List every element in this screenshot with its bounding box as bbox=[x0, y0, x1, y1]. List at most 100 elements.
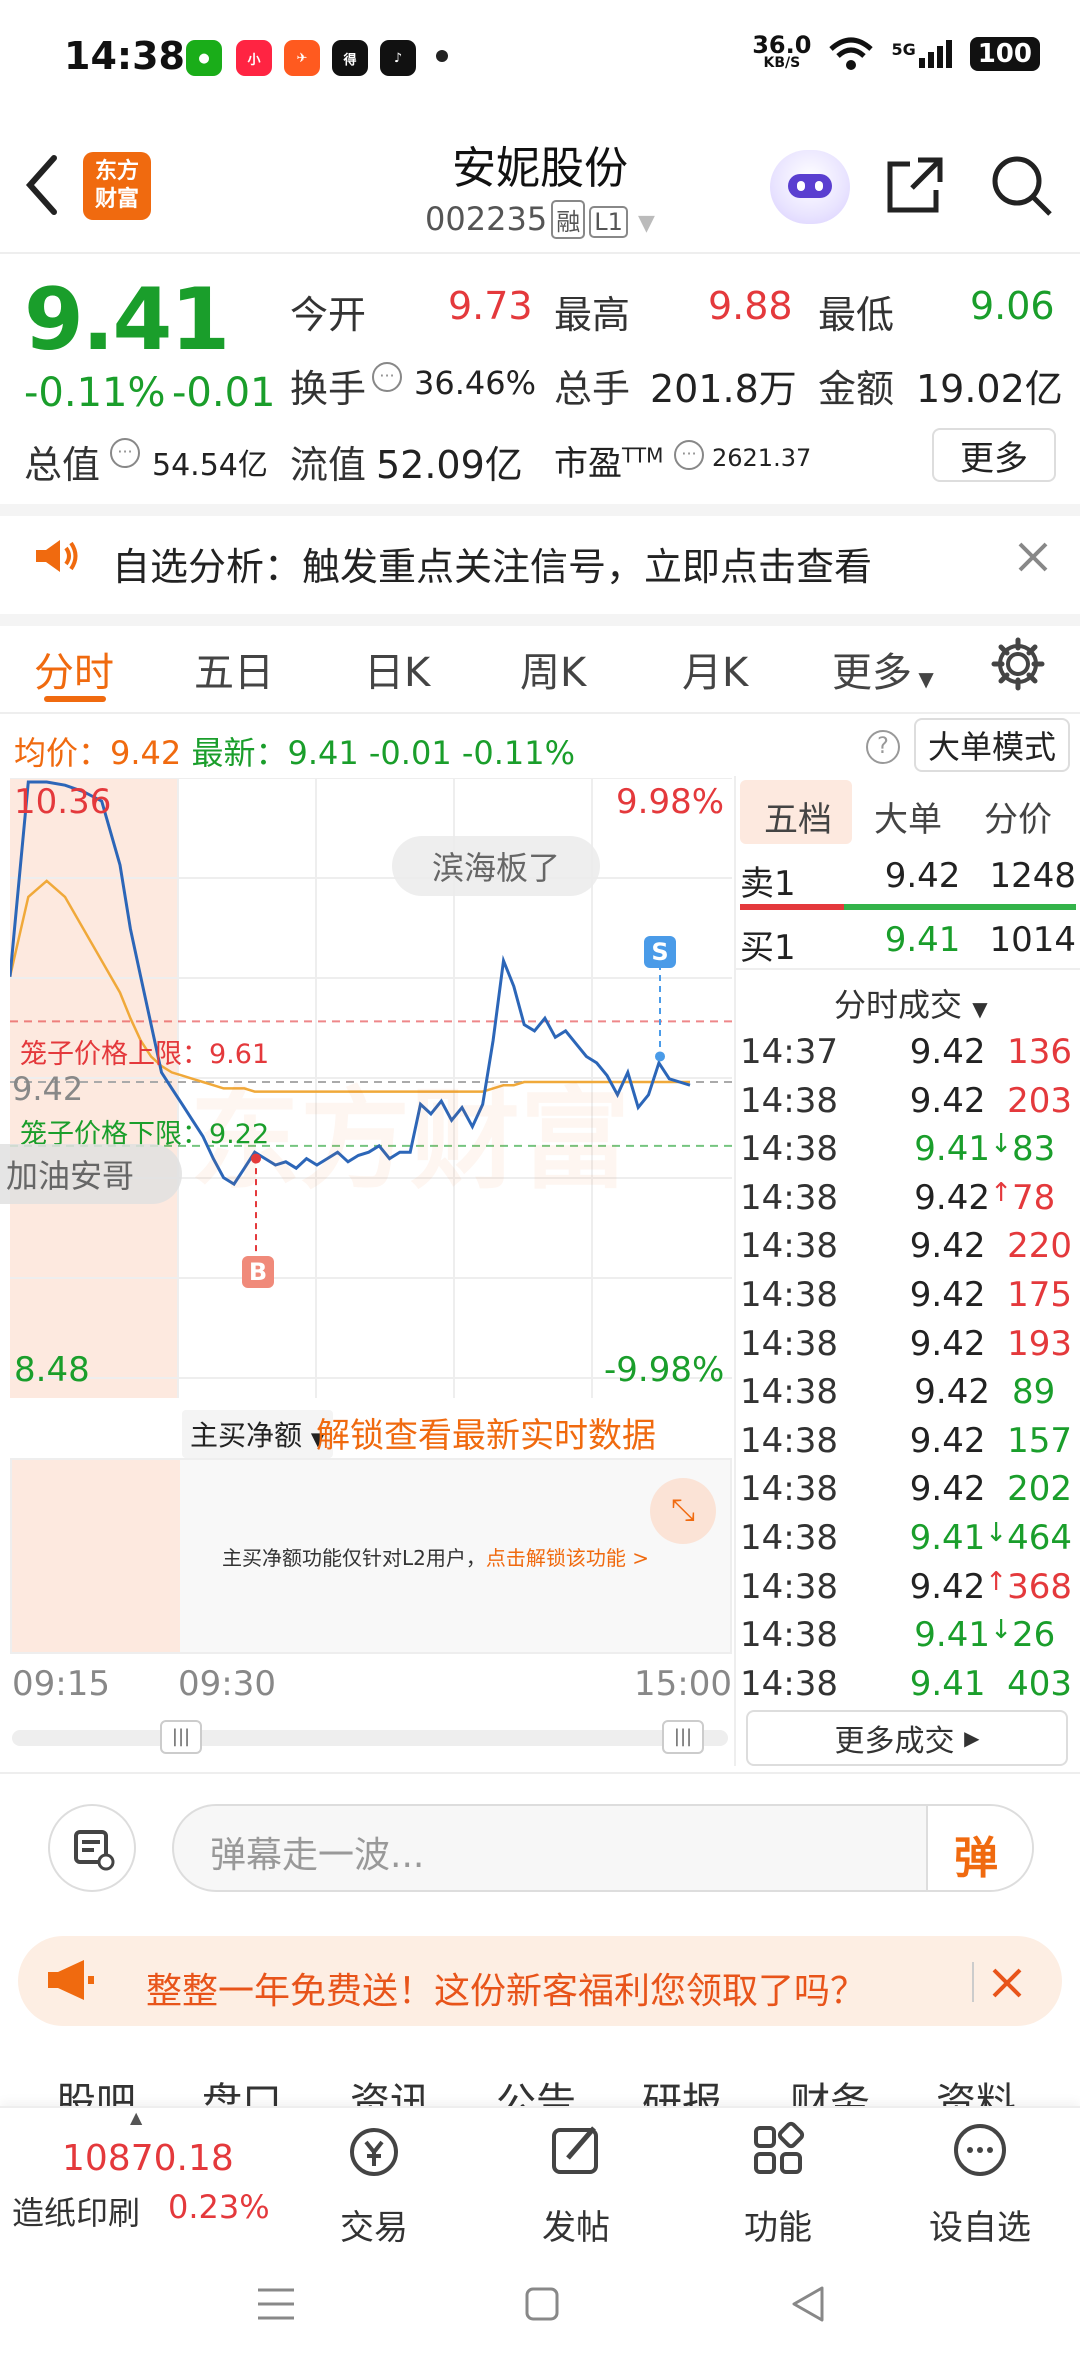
sector-index-value[interactable]: 10870.18 bbox=[62, 2138, 234, 2179]
stock-code-line[interactable]: 002235 融 L1 ▼ bbox=[340, 200, 740, 239]
float-label: 流值 bbox=[290, 443, 367, 487]
status-right: 36.0 KB/S 5G 100 bbox=[752, 33, 1040, 72]
more-quote-button[interactable]: 更多 bbox=[932, 428, 1056, 482]
xiaohongshu-icon: 小 bbox=[236, 40, 272, 76]
range-slider-track[interactable] bbox=[12, 1730, 728, 1746]
eastmoney-logo[interactable]: 东方 财富 bbox=[83, 152, 151, 220]
feishu-icon: ✈ bbox=[284, 40, 320, 76]
big-order-mode-button[interactable]: 大单模式 bbox=[914, 718, 1070, 772]
open-label: 今开 bbox=[290, 293, 367, 337]
indicator-select[interactable]: 主买净额 ▼ bbox=[182, 1410, 333, 1458]
danmaku-settings-button[interactable] bbox=[48, 1804, 136, 1892]
expand-icon[interactable]: ⤡ bbox=[650, 1478, 716, 1544]
danmaku-settings-icon bbox=[74, 1830, 115, 1871]
l2-unlock-link[interactable]: 点击解锁该功能 > bbox=[486, 1546, 649, 1570]
stock-name: 安妮股份 bbox=[452, 143, 628, 194]
trade-yen-icon[interactable] bbox=[342, 2118, 406, 2182]
gear-icon[interactable] bbox=[990, 636, 1046, 692]
speaker-icon bbox=[36, 540, 78, 572]
range-handle-right[interactable]: ||| bbox=[662, 1720, 704, 1754]
info-dots-icon[interactable]: ··· bbox=[110, 438, 140, 468]
open-value: 9.73 bbox=[448, 284, 533, 328]
trade-arrow-icon: ↓ bbox=[990, 1615, 1012, 1646]
edit-post-icon[interactable] bbox=[544, 2118, 608, 2182]
sell-strength-bar bbox=[740, 904, 844, 910]
sell-point bbox=[655, 1051, 665, 1062]
nav-post[interactable]: 发帖 bbox=[516, 2200, 636, 2249]
collapse-up-icon[interactable]: ▲ bbox=[130, 2108, 142, 2127]
trade-row: 14:38 9.42 203 bbox=[740, 1080, 1072, 1121]
menu-icon[interactable] bbox=[256, 2286, 296, 2322]
tab-price-dist[interactable]: 分价 bbox=[984, 792, 1052, 841]
range-handle-left[interactable]: ||| bbox=[160, 1720, 202, 1754]
tab-monthly-k[interactable]: 月K bbox=[682, 640, 748, 698]
status-bar: 14:38 ● 小 ✈ 得 ♪ 36.0 KB/S 5G 100 bbox=[0, 0, 1080, 110]
tab-more[interactable]: 更多 ▼ bbox=[832, 640, 934, 698]
chart-top-price: 10.36 bbox=[14, 782, 112, 822]
signal-icon: 5G bbox=[891, 40, 952, 68]
tab-weekly-k[interactable]: 周K bbox=[520, 640, 586, 698]
search-icon[interactable] bbox=[986, 150, 1056, 220]
trade-row: 14:38 9.42 89 bbox=[740, 1372, 1056, 1413]
trade-arrow-icon bbox=[990, 1372, 1012, 1412]
trade-row: 14:38 9.42 202 bbox=[740, 1469, 1072, 1510]
close-icon[interactable] bbox=[990, 1966, 1024, 2000]
sell1-row: 卖1 9.42 1248 bbox=[740, 856, 1076, 904]
level-badge: L1 bbox=[589, 206, 628, 238]
nav-trade[interactable]: 交易 bbox=[314, 2200, 434, 2249]
trade-row: 14:38 9.42 157 bbox=[740, 1420, 1072, 1461]
status-time: 14:38 bbox=[64, 34, 185, 78]
high-label: 最高 bbox=[554, 293, 631, 337]
megaphone-icon bbox=[48, 1960, 94, 2000]
mktcap-value: 54.54亿 bbox=[152, 448, 268, 483]
banner-text[interactable]: 自选分析：触发重点关注信号，立即点击查看 bbox=[112, 536, 872, 591]
amount-value: 19.02亿 bbox=[916, 367, 1063, 411]
dewu-icon: 得 bbox=[332, 40, 368, 76]
functions-grid-icon[interactable] bbox=[746, 2118, 810, 2182]
close-icon[interactable] bbox=[1016, 540, 1050, 574]
more-notifications-icon bbox=[436, 50, 448, 62]
low-value: 9.06 bbox=[970, 284, 1055, 328]
info-dots-icon[interactable]: ··· bbox=[674, 440, 704, 470]
sell-marker[interactable]: S bbox=[644, 936, 676, 968]
more-trades-button[interactable]: 更多成交 ▶ bbox=[746, 1710, 1068, 1766]
add-watchlist-icon[interactable] bbox=[948, 2118, 1012, 2182]
buy-marker[interactable]: B bbox=[242, 1256, 274, 1288]
nav-add-watchlist[interactable]: 设自选 bbox=[920, 2200, 1040, 2249]
tab-five-levels[interactable]: 五档 bbox=[764, 792, 832, 841]
promo-text[interactable]: 整整一年免费送！这份新客福利您领取了吗？ bbox=[146, 1962, 866, 2014]
trades-title[interactable]: 分时成交 ▼ bbox=[834, 980, 988, 1026]
tab-intraday[interactable]: 分时 bbox=[34, 640, 114, 698]
nav-functions[interactable]: 功能 bbox=[718, 2200, 838, 2249]
share-icon[interactable] bbox=[880, 150, 950, 220]
trade-row: 14:38 9.42 ↑ 368 bbox=[740, 1566, 1072, 1607]
info-dots-icon[interactable]: ··· bbox=[372, 362, 402, 392]
margin-badge: 融 bbox=[551, 200, 586, 239]
trade-row: 14:38 9.41 ↓ 26 bbox=[740, 1615, 1056, 1656]
help-icon[interactable]: ? bbox=[866, 730, 900, 764]
turnover-label: 换手 bbox=[290, 367, 367, 411]
trade-arrow-icon bbox=[985, 1421, 1007, 1461]
sector-name[interactable]: 造纸印刷 bbox=[12, 2188, 140, 2234]
l2-note: 主买净额功能仅针对L2用户，点击解锁该功能 > bbox=[222, 1546, 649, 1570]
home-icon[interactable] bbox=[524, 2286, 560, 2322]
time-start: 09:15 bbox=[12, 1664, 110, 1704]
trade-arrow-icon bbox=[985, 1664, 1007, 1704]
back-triangle-icon[interactable] bbox=[790, 2284, 826, 2324]
trade-row: 14:38 9.41 ↓ 83 bbox=[740, 1129, 1056, 1170]
back-arrow-icon[interactable] bbox=[22, 150, 62, 220]
tab-five-day[interactable]: 五日 bbox=[194, 640, 274, 698]
send-danmaku-button[interactable]: 弹 bbox=[954, 1822, 998, 1886]
volume-label: 总手 bbox=[554, 367, 631, 411]
mktcap-label: 总值 bbox=[24, 443, 101, 487]
danmaku-input[interactable]: 弹幕走一波... bbox=[172, 1804, 1034, 1892]
assistant-robot-icon[interactable] bbox=[770, 150, 850, 224]
chart-top-pct: 9.98% bbox=[616, 782, 725, 822]
unlock-realtime-link[interactable]: 解锁查看最新实时数据 bbox=[316, 1408, 656, 1457]
pe-value: 2621.37 bbox=[712, 444, 812, 472]
cage-upper-label: 笼子价格上限：9.61 bbox=[20, 1039, 270, 1070]
change-amount: -0.01 bbox=[172, 370, 276, 416]
tab-big-orders[interactable]: 大单 bbox=[874, 792, 942, 841]
tab-daily-k[interactable]: 日K bbox=[364, 640, 430, 698]
wechat-icon: ● bbox=[186, 40, 222, 76]
